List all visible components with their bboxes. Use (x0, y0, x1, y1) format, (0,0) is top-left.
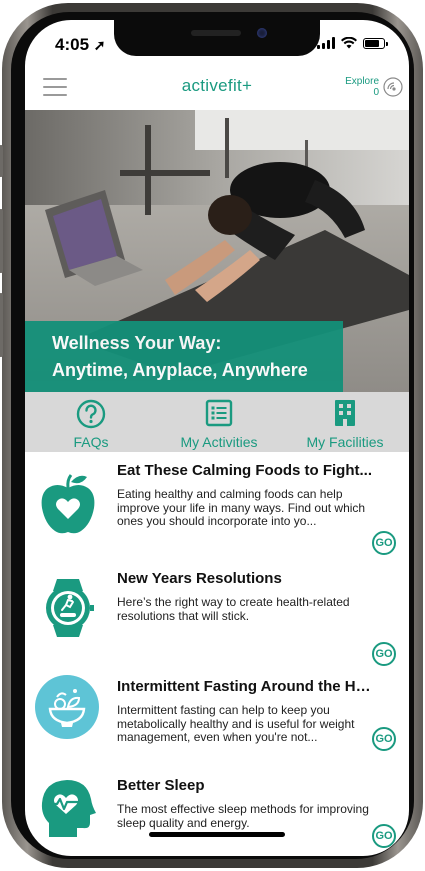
explore-signal-icon (383, 77, 403, 97)
explore-count: 0 (373, 87, 379, 98)
article-card[interactable]: Better Sleep The most effective sleep me… (25, 777, 409, 856)
mute-switch (0, 145, 3, 177)
status-time-text: 4:05 (55, 35, 90, 54)
article-title: New Years Resolutions (117, 570, 282, 587)
battery-icon (363, 37, 388, 49)
notch (114, 20, 320, 56)
hero-title-line1: Wellness Your Way: (52, 333, 222, 353)
home-indicator[interactable] (149, 832, 285, 837)
volume-up-button (0, 209, 3, 273)
article-description: The most effective sleep methods for imp… (117, 802, 369, 830)
article-description: Here’s the right way to create health-re… (117, 595, 350, 623)
tab-faqs[interactable]: FAQs (27, 396, 155, 450)
cellular-signal-icon (317, 37, 335, 49)
article-title: Intermittent Fasting Around the Ho... (117, 678, 375, 695)
explore-label: Explore (345, 76, 379, 87)
explore-text: Explore 0 (345, 76, 379, 98)
question-circle-icon (76, 399, 106, 429)
tab-my-activities-label: My Activities (180, 434, 258, 450)
tab-faqs-label: FAQs (73, 434, 109, 450)
location-arrow-icon: ➚ (93, 37, 106, 53)
apple-heart-icon (41, 474, 95, 534)
hero-banner[interactable]: Wellness Your Way: Anytime, Anyplace, An… (25, 110, 409, 392)
go-button[interactable]: GO (372, 642, 396, 666)
article-card[interactable]: Intermittent Fasting Around the Ho... In… (25, 675, 409, 774)
head-heartbeat-icon (41, 780, 96, 837)
volume-down-button (0, 293, 3, 357)
article-description: Intermittent fasting can help to keep yo… (117, 703, 355, 744)
tab-my-facilities-label: My Facilities (306, 434, 384, 450)
tab-my-facilities[interactable]: My Facilities (281, 396, 409, 450)
article-title: Better Sleep (117, 777, 205, 794)
article-card[interactable]: Eat These Calming Foods to Fight... Eati… (25, 462, 409, 558)
hero-title-line2: Anytime, Anyplace, Anywhere (52, 360, 308, 380)
front-camera (257, 28, 267, 38)
go-button[interactable]: GO (372, 531, 396, 555)
explore-button[interactable]: Explore 0 (345, 76, 403, 98)
hero-caption: Wellness Your Way: Anytime, Anyplace, An… (25, 321, 343, 392)
article-title: Eat These Calming Foods to Fight... (117, 462, 373, 479)
building-icon (335, 400, 355, 426)
status-icons (317, 37, 388, 49)
article-description: Eating healthy and calming foods can hel… (117, 487, 366, 528)
tab-my-activities[interactable]: My Activities (155, 396, 283, 450)
go-button[interactable]: GO (372, 727, 396, 751)
wifi-icon (341, 37, 357, 49)
app-bar: activefit+ Explore 0 (25, 72, 409, 108)
quick-nav: FAQs My Activities My Facilities (25, 392, 409, 452)
go-button[interactable]: GO (372, 824, 396, 848)
article-card[interactable]: New Years Resolutions Here’s the right w… (25, 570, 409, 666)
food-bowl-icon (35, 675, 99, 739)
screen: 4:05 ➚ activefit+ Explore 0 Wellness You… (25, 20, 409, 856)
status-time: 4:05 ➚ (55, 35, 106, 55)
fitness-watch-icon (46, 579, 94, 637)
speaker (191, 30, 241, 36)
list-icon (205, 399, 233, 427)
